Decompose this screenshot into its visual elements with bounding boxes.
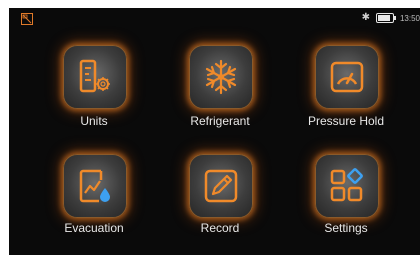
menu-label-pressure-hold: Pressure Hold (307, 114, 385, 128)
menu-label-refrigerant: Refrigerant (190, 114, 250, 128)
battery-icon (375, 13, 396, 23)
menu-label-units: Units (80, 114, 108, 128)
pencil-edit-icon (204, 169, 238, 203)
app-logo-icon (21, 13, 33, 25)
app-screen: ✱ 13:50 Units Refrigerant Pressure Hold … (9, 8, 420, 255)
menu-tile-evacuation[interactable] (63, 154, 127, 218)
menu-tile-record[interactable] (189, 154, 253, 218)
bluetooth-icon: ✱ (361, 12, 370, 23)
apps-grid-icon (330, 168, 363, 202)
snowflake-icon (205, 59, 237, 95)
menu-label-record: Record (200, 221, 240, 235)
menu-tile-pressure-hold[interactable] (315, 45, 379, 109)
menu-label-settings: Settings (324, 221, 368, 235)
menu-tile-units[interactable] (63, 45, 127, 109)
status-time: 13:50 (399, 13, 420, 23)
menu-tile-settings[interactable] (315, 154, 379, 218)
gauge-icon (330, 61, 364, 93)
evacuation-chart-icon (79, 169, 110, 203)
status-bar: ✱ 13:50 (9, 8, 420, 30)
status-indicators: ✱ 13:50 (362, 12, 420, 24)
menu-label-evacuation: Evacuation (64, 221, 124, 235)
menu-tile-refrigerant[interactable] (189, 45, 253, 109)
units-icon (79, 59, 110, 93)
